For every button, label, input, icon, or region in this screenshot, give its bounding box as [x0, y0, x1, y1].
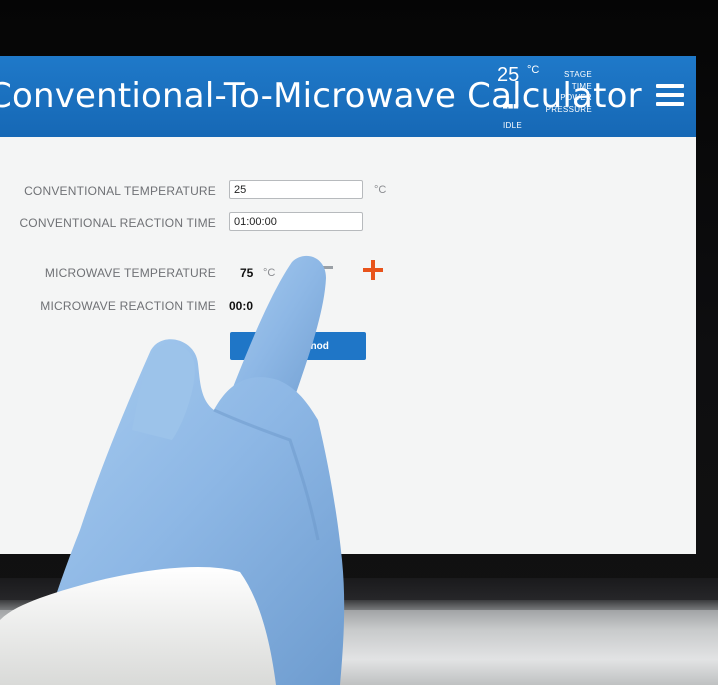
lab-coat-sleeve: [0, 567, 276, 685]
gloved-hand-illustration: [0, 255, 345, 685]
